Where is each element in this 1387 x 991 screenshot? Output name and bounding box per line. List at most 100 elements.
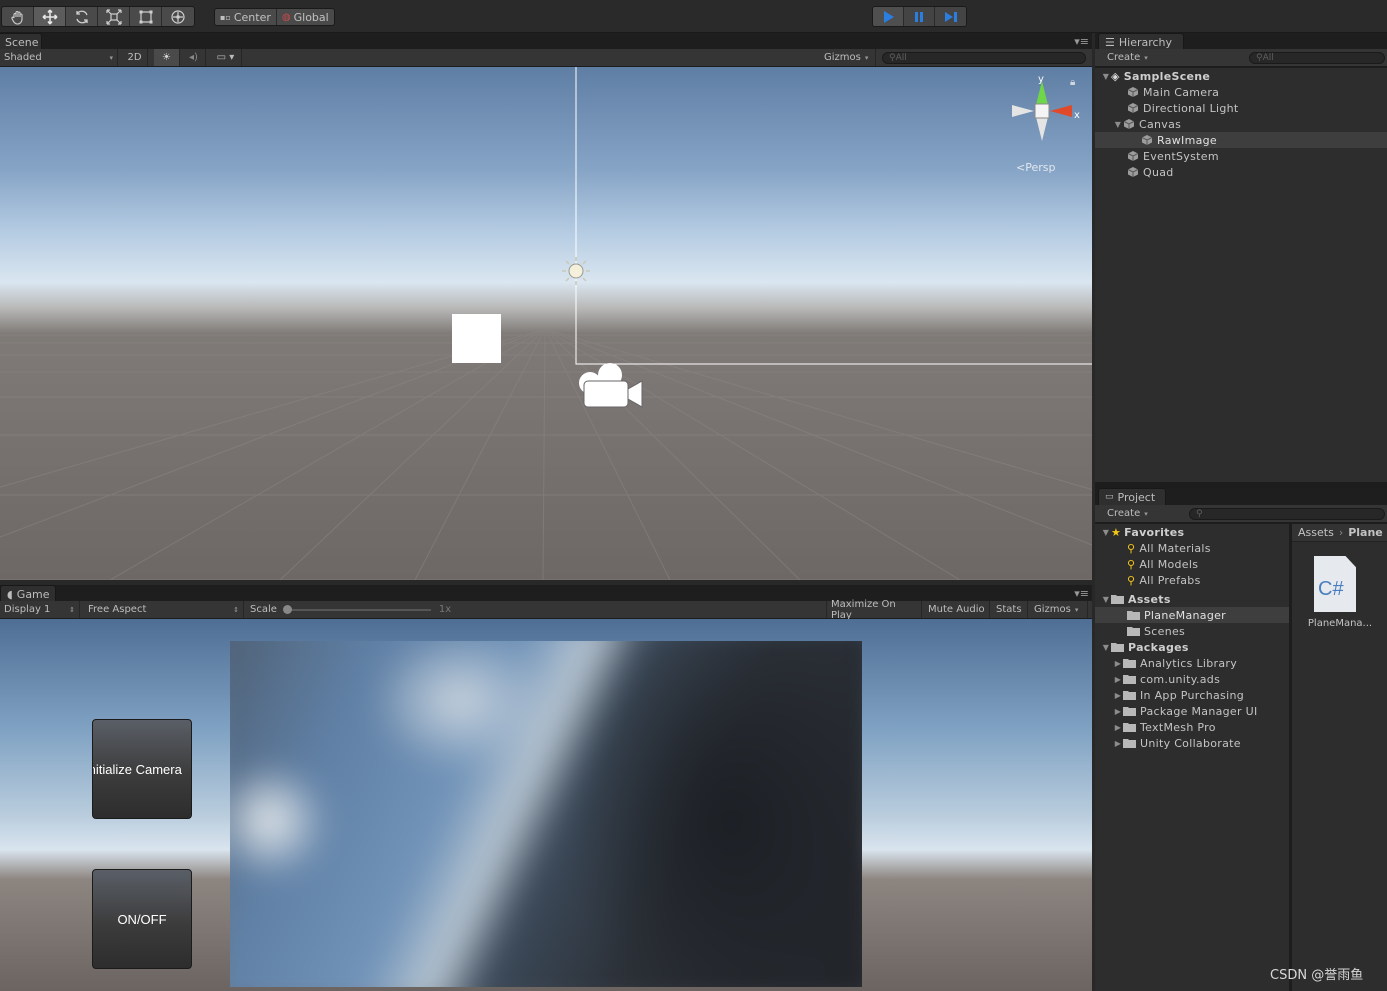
hierarchy-search-input[interactable]: ⚲All	[1249, 52, 1385, 64]
sun-icon: ☀	[162, 52, 171, 63]
rect-tool-button[interactable]	[130, 7, 162, 26]
scene-name-label: SampleScene	[1123, 69, 1211, 83]
stats-toggle[interactable]: Stats	[992, 601, 1028, 618]
collapsed-arrow-icon[interactable]: ▶	[1113, 691, 1123, 700]
collapsed-arrow-icon[interactable]: ▶	[1113, 723, 1123, 732]
package-item[interactable]: ▶ Analytics Library	[1095, 655, 1289, 671]
transform-tool-button[interactable]	[162, 7, 194, 26]
hierarchy-create-dropdown[interactable]: Create ▾	[1103, 49, 1157, 66]
scene-search-input[interactable]: ⚲All	[882, 52, 1086, 64]
packages-row[interactable]: ▼ Packages	[1095, 639, 1289, 655]
favorites-item[interactable]: ⚲ All Prefabs	[1095, 572, 1289, 588]
package-item[interactable]: ▶ TextMesh Pro	[1095, 719, 1289, 735]
hierarchy-item-quad[interactable]: Quad	[1095, 164, 1387, 180]
hierarchy-item-main-camera[interactable]: Main Camera	[1095, 84, 1387, 100]
directional-light-gizmo-icon[interactable]	[560, 255, 592, 287]
game-gizmos-dropdown[interactable]: Gizmos ▾	[1030, 601, 1088, 618]
camera-gizmo-icon[interactable]	[576, 361, 644, 413]
move-tool-button[interactable]	[34, 7, 66, 26]
expand-arrow-icon[interactable]: ▼	[1113, 120, 1123, 129]
folder-icon	[1127, 627, 1140, 636]
expand-arrow-icon[interactable]: ▼	[1101, 528, 1111, 537]
hand-tool-button[interactable]	[2, 7, 34, 26]
scale-track[interactable]	[282, 604, 431, 614]
display-dropdown[interactable]: Display 1 ⇕	[0, 601, 80, 618]
collapsed-arrow-icon[interactable]: ▶	[1113, 707, 1123, 716]
play-button[interactable]	[873, 7, 904, 26]
package-item[interactable]: ▶ Package Manager UI	[1095, 703, 1289, 719]
rotate-tool-button[interactable]	[66, 7, 98, 26]
tab-project[interactable]: ▭ Project	[1098, 488, 1166, 505]
folder-icon	[1123, 675, 1136, 684]
project-create-dropdown[interactable]: Create ▾	[1103, 505, 1157, 522]
hierarchy-item-rawimage[interactable]: RawImage	[1095, 132, 1387, 148]
package-item[interactable]: ▶ In App Purchasing	[1095, 687, 1289, 703]
axis-y-label: y	[1038, 74, 1044, 85]
hierarchy-tree: ▼ ◈ SampleScene Main Camera Directional …	[1095, 68, 1387, 482]
favorites-item[interactable]: ⚲ All Models	[1095, 556, 1289, 572]
projection-toggle[interactable]: <Persp	[1016, 161, 1055, 174]
scene-gizmos-label: Gizmos	[824, 52, 861, 63]
project-asset-grid: Assets › Plane C# PlaneMana...	[1292, 524, 1387, 991]
pause-button[interactable]	[904, 7, 935, 26]
folder-icon	[1123, 691, 1136, 700]
collapsed-arrow-icon[interactable]: ▶	[1113, 659, 1123, 668]
hierarchy-item-directional-light[interactable]: Directional Light	[1095, 100, 1387, 116]
favorites-item[interactable]: ⚲ All Materials	[1095, 540, 1289, 556]
hierarchy-item-label: RawImage	[1157, 133, 1217, 147]
onoff-button[interactable]: ON/OFF	[92, 869, 192, 969]
hierarchy-item-canvas[interactable]: ▼ Canvas	[1095, 116, 1387, 132]
package-item[interactable]: ▶ Unity Collaborate	[1095, 735, 1289, 751]
scale-slider[interactable]: Scale 1x	[246, 601, 456, 618]
lock-icon[interactable]: 🔒︎	[1070, 77, 1075, 88]
collapsed-arrow-icon[interactable]: ▶	[1113, 675, 1123, 684]
step-button[interactable]	[935, 7, 966, 26]
assets-item[interactable]: PlaneManager	[1095, 607, 1289, 623]
expand-arrow-icon[interactable]: ▼	[1101, 72, 1111, 81]
transform-tools	[1, 6, 195, 27]
collapsed-arrow-icon[interactable]: ▶	[1113, 739, 1123, 748]
scale-thumb[interactable]	[282, 604, 292, 614]
assets-row[interactable]: ▼ Assets	[1095, 591, 1289, 607]
mute-audio-toggle[interactable]: Mute Audio	[924, 601, 990, 618]
game-panel-menu-icon[interactable]: ▾≡	[1074, 587, 1089, 600]
hierarchy-item-eventsystem[interactable]: EventSystem	[1095, 148, 1387, 164]
tab-hierarchy[interactable]: ☰ Hierarchy	[1098, 33, 1184, 50]
assets-item[interactable]: Scenes	[1095, 623, 1289, 639]
csharp-script-icon[interactable]: C#	[1314, 556, 1356, 612]
tab-game[interactable]: ◖ Game	[0, 585, 56, 602]
pivot-rotation-button[interactable]: ◍ Global	[277, 9, 334, 25]
search-filter-icon: ⚲	[1127, 557, 1136, 571]
game-viewport[interactable]: Initialize Camera ON/OFF	[0, 619, 1092, 991]
gameobject-cube-icon	[1127, 151, 1139, 161]
onoff-label: ON/OFF	[117, 911, 167, 927]
breadcrumb-root[interactable]: Assets	[1298, 526, 1334, 539]
expand-arrow-icon[interactable]: ▼	[1101, 643, 1111, 652]
scene-audio-toggle[interactable]: ◂)	[182, 49, 206, 66]
breadcrumb-current[interactable]: Plane	[1348, 526, 1383, 539]
tab-scene[interactable]: Scene	[0, 33, 42, 50]
asset-file-label[interactable]: PlaneMana...	[1300, 618, 1380, 629]
maximize-on-play-toggle[interactable]: Maximize On Play	[826, 599, 922, 621]
aspect-dropdown[interactable]: Free Aspect ⇕	[84, 601, 244, 618]
hierarchy-tabstrip: ☰ Hierarchy	[1095, 33, 1387, 50]
scene-lighting-toggle[interactable]: ☀	[154, 49, 180, 66]
scene-root-row[interactable]: ▼ ◈ SampleScene	[1095, 68, 1387, 84]
project-search-input[interactable]: ⚲	[1189, 508, 1385, 520]
scene-gizmos-dropdown[interactable]: Gizmos ▾	[820, 49, 876, 66]
assets-label: Assets	[1128, 592, 1171, 606]
pivot-mode-button[interactable]: ▪▫ Center	[215, 9, 277, 25]
image-effects-icon: ▭ ▾	[216, 52, 235, 63]
favorites-row[interactable]: ▼ ★ Favorites	[1095, 524, 1289, 540]
expand-arrow-icon[interactable]: ▼	[1101, 595, 1111, 604]
unity-scene-icon: ◈	[1111, 69, 1120, 83]
scale-tool-button[interactable]	[98, 7, 130, 26]
toggle-2d-button[interactable]: 2D	[122, 49, 148, 66]
shading-mode-dropdown[interactable]: Shaded ▾	[0, 49, 118, 66]
package-item[interactable]: ▶ com.unity.ads	[1095, 671, 1289, 687]
scene-effects-dropdown[interactable]: ▭ ▾	[210, 49, 242, 66]
initialize-camera-button[interactable]: Initialize Camera	[92, 719, 192, 819]
scene-viewport[interactable]: y x 🔒︎ <Persp	[0, 67, 1092, 580]
scene-panel-menu-icon[interactable]: ▾≡	[1074, 35, 1089, 48]
package-item-label: Unity Collaborate	[1140, 736, 1241, 750]
